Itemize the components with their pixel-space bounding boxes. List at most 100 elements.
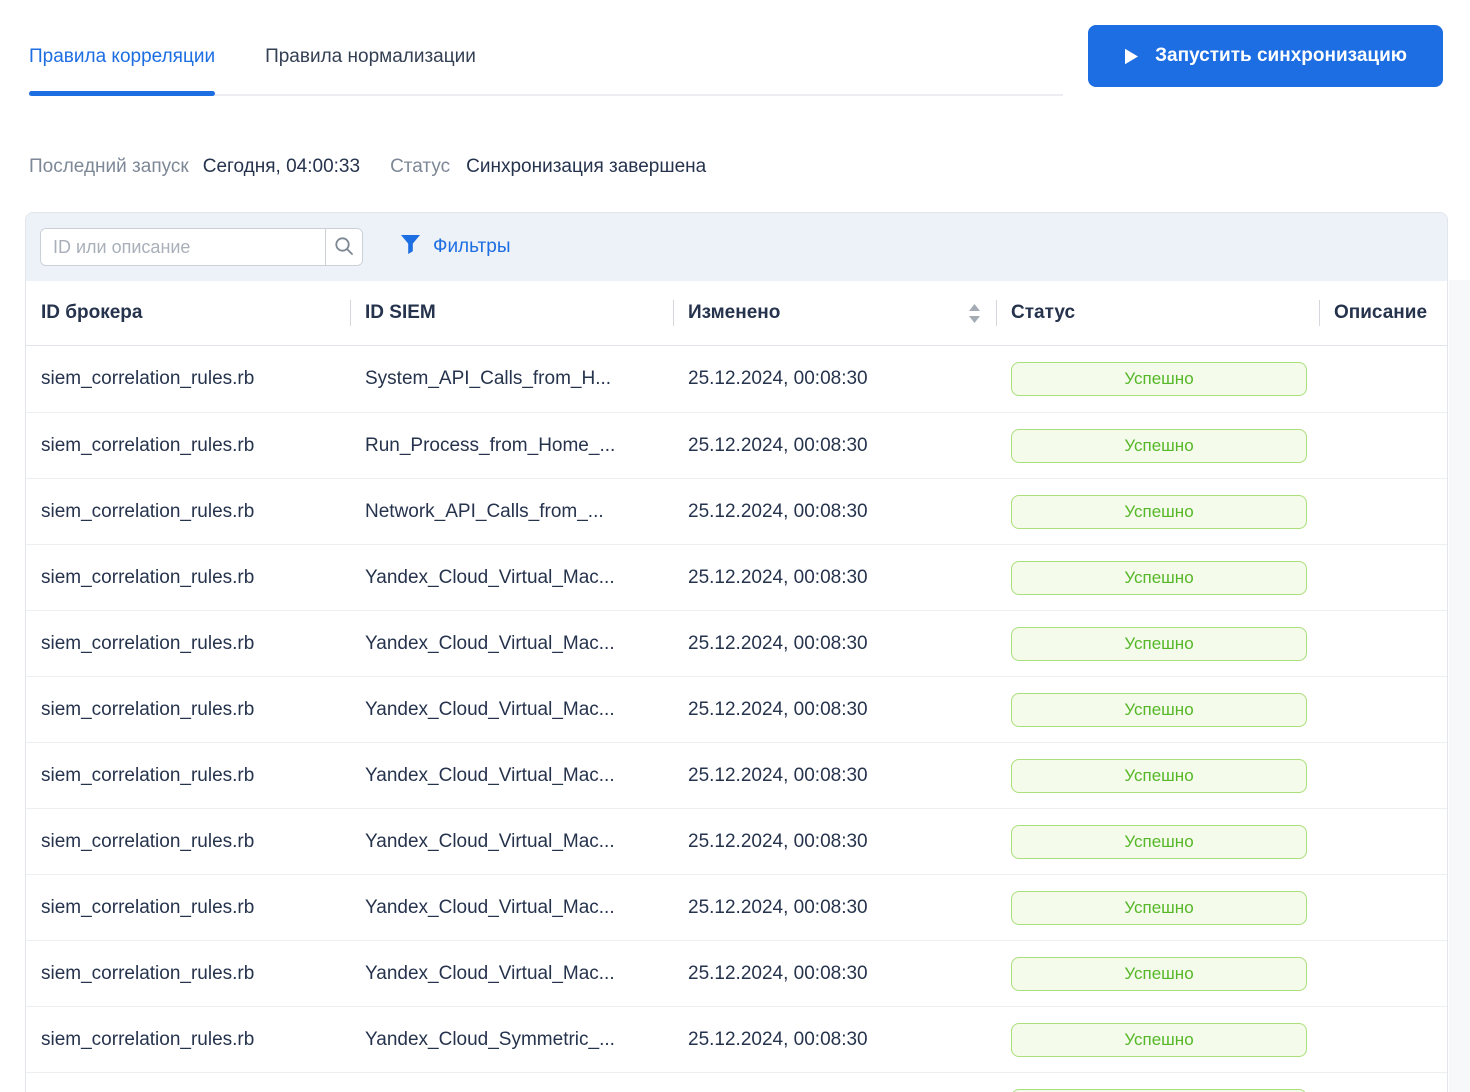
table-row[interactable]: siem_correlation_rules.rb Run_Process_fr…: [26, 412, 1447, 478]
cell-siem-id: Yandex_Cloud_Virtual_Mac...: [365, 830, 615, 852]
cell-status: Успешно: [996, 692, 1319, 727]
column-header-description: Описание: [1319, 281, 1447, 345]
cell-status: Успешно: [996, 626, 1319, 661]
cell-broker-id: siem_correlation_rules.rb: [41, 962, 255, 984]
cell-modified: 25.12.2024, 00:08:30: [688, 632, 868, 654]
cell-broker-id: siem_correlation_rules.rb: [41, 368, 255, 389]
status-value: Синхронизация завершена: [466, 156, 707, 177]
run-sync-button[interactable]: Запустить синхронизацию: [1088, 25, 1443, 87]
status-badge: Успешно: [1011, 956, 1307, 991]
cell-broker-id: siem_correlation_rules.rb: [41, 434, 255, 456]
column-header-broker-id: ID брокера: [41, 302, 143, 323]
status-badge: Успешно: [1011, 890, 1307, 925]
cell-siem-id: Network_API_Calls_from_...: [365, 500, 604, 522]
sync-rules-page: Правила корреляции Правила нормализации …: [0, 0, 1470, 1092]
cell-broker-id: siem_correlation_rules.rb: [41, 830, 255, 852]
table-row[interactable]: siem_correlation_rules.rb System_API_Cal…: [26, 346, 1447, 412]
cell-siem-id: Yandex_Cloud_Virtual_Mac...: [365, 896, 615, 918]
cell-siem-id: Yandex_Cloud_Virtual_Mac...: [365, 764, 615, 786]
cell-status: Успешно: [996, 494, 1319, 529]
table-row[interactable]: siem_correlation_rules.rb Yandex_Cloud_V…: [26, 940, 1447, 1006]
rules-table-panel: Фильтры ID брокера ID SIEM Изменено Стат…: [25, 212, 1448, 1092]
tab-bar: Правила корреляции Правила нормализации: [29, 0, 1063, 96]
status-label: Статус: [390, 156, 451, 177]
cell-broker-id: siem_correlation_rules.rb: [41, 764, 255, 786]
cell-status: Успешно: [996, 1022, 1319, 1057]
cell-modified: 25.12.2024, 00:08:30: [688, 830, 868, 852]
table-body: siem_correlation_rules.rb System_API_Cal…: [26, 346, 1447, 1092]
cell-status: Успешно: [996, 362, 1319, 396]
status-badge: Успешно: [1011, 362, 1307, 396]
cell-status: Успешно: [996, 428, 1319, 463]
cell-siem-id: Yandex_Cloud_Virtual_Mac...: [365, 566, 615, 588]
cell-broker-id: siem_correlation_rules.rb: [41, 566, 255, 588]
column-header-modified[interactable]: Изменено: [673, 281, 996, 345]
cell-modified: 25.12.2024, 00:08:30: [688, 368, 868, 389]
cell-siem-id: Yandex_Cloud_Virtual_Mac...: [365, 698, 615, 720]
column-header-status: Статус: [996, 281, 1319, 345]
table-row[interactable]: siem_correlation_rules.rb Yandex_Cloud_V…: [26, 874, 1447, 940]
cell-modified: 25.12.2024, 00:08:30: [688, 764, 868, 786]
sort-arrows-icon[interactable]: [968, 303, 981, 323]
cell-modified: 25.12.2024, 00:08:30: [688, 698, 868, 720]
table-row[interactable]: siem_correlation_rules.rb Yandex_Cloud_V…: [26, 544, 1447, 610]
status-badge: Успешно: [1011, 1088, 1307, 1092]
cell-modified: 25.12.2024, 00:08:30: [688, 896, 868, 918]
cell-status: Успешно: [996, 758, 1319, 793]
table-row[interactable]: siem_correlation_rules.rb Yandex_Cloud_S…: [26, 1006, 1447, 1072]
search-input[interactable]: [41, 229, 325, 265]
last-run-label: Последний запуск: [29, 156, 189, 177]
tab-normalization-rules[interactable]: Правила нормализации: [265, 0, 476, 94]
run-sync-label: Запустить синхронизацию: [1155, 45, 1407, 66]
last-run-value: Сегодня, 04:00:33: [202, 156, 361, 177]
cell-modified: 25.12.2024, 00:08:30: [688, 1028, 868, 1050]
cell-siem-id: Run_Process_from_Home_...: [365, 434, 616, 456]
cell-modified: 25.12.2024, 00:08:30: [688, 500, 868, 522]
cell-modified: 25.12.2024, 00:08:30: [688, 566, 868, 588]
cell-broker-id: siem_correlation_rules.rb: [41, 698, 255, 720]
cell-status: Успешно: [996, 1088, 1319, 1092]
cell-status: Успешно: [996, 560, 1319, 595]
table-row[interactable]: siem_correlation_rules.rb Yandex_Cloud_V…: [26, 676, 1447, 742]
scroll-gutter: [1449, 280, 1470, 1092]
cell-broker-id: siem_correlation_rules.rb: [41, 896, 255, 918]
cell-status: Успешно: [996, 956, 1319, 991]
filters-button[interactable]: Фильтры: [400, 234, 510, 261]
table-header: ID брокера ID SIEM Изменено Статус Описа…: [26, 281, 1447, 346]
cell-modified: 25.12.2024, 00:08:30: [688, 434, 868, 456]
table-row[interactable]: siem_correlation_rules.rb Yandex_Cloud_V…: [26, 742, 1447, 808]
cell-modified: 25.12.2024, 00:08:30: [688, 962, 868, 984]
cell-status: Успешно: [996, 890, 1319, 925]
status-badge: Успешно: [1011, 560, 1307, 595]
status-bar: Последний запуск Сегодня, 04:00:33 Стату…: [29, 154, 706, 180]
table-row[interactable]: Успешно: [26, 1072, 1447, 1092]
cell-broker-id: siem_correlation_rules.rb: [41, 632, 255, 654]
table-toolbar: Фильтры: [26, 213, 1447, 281]
cell-siem-id: Yandex_Cloud_Virtual_Mac...: [365, 632, 615, 654]
search-button[interactable]: [325, 229, 362, 265]
filters-label: Фильтры: [433, 236, 511, 257]
funnel-icon: [400, 234, 421, 261]
status-badge: Успешно: [1011, 1022, 1307, 1057]
search-box: [40, 228, 363, 266]
status-badge: Успешно: [1011, 824, 1307, 859]
table-row[interactable]: siem_correlation_rules.rb Yandex_Cloud_V…: [26, 808, 1447, 874]
cell-siem-id: Yandex_Cloud_Virtual_Mac...: [365, 962, 615, 984]
cell-siem-id: System_API_Calls_from_H...: [365, 368, 612, 389]
status-badge: Успешно: [1011, 428, 1307, 463]
status-badge: Успешно: [1011, 758, 1307, 793]
table-row[interactable]: siem_correlation_rules.rb Yandex_Cloud_V…: [26, 610, 1447, 676]
column-header-modified-label: Изменено: [688, 302, 781, 323]
cell-siem-id: Yandex_Cloud_Symmetric_...: [365, 1028, 615, 1050]
cell-broker-id: siem_correlation_rules.rb: [41, 500, 255, 522]
status-badge: Успешно: [1011, 626, 1307, 661]
table-row[interactable]: siem_correlation_rules.rb Network_API_Ca…: [26, 478, 1447, 544]
cell-broker-id: siem_correlation_rules.rb: [41, 1028, 255, 1050]
status-badge: Успешно: [1011, 692, 1307, 727]
column-header-siem-id: ID SIEM: [350, 281, 673, 345]
magnifier-icon: [333, 235, 355, 260]
cell-status: Успешно: [996, 824, 1319, 859]
tab-correlation-rules[interactable]: Правила корреляции: [29, 0, 216, 96]
status-badge: Успешно: [1011, 494, 1307, 529]
play-icon: [1124, 48, 1139, 65]
